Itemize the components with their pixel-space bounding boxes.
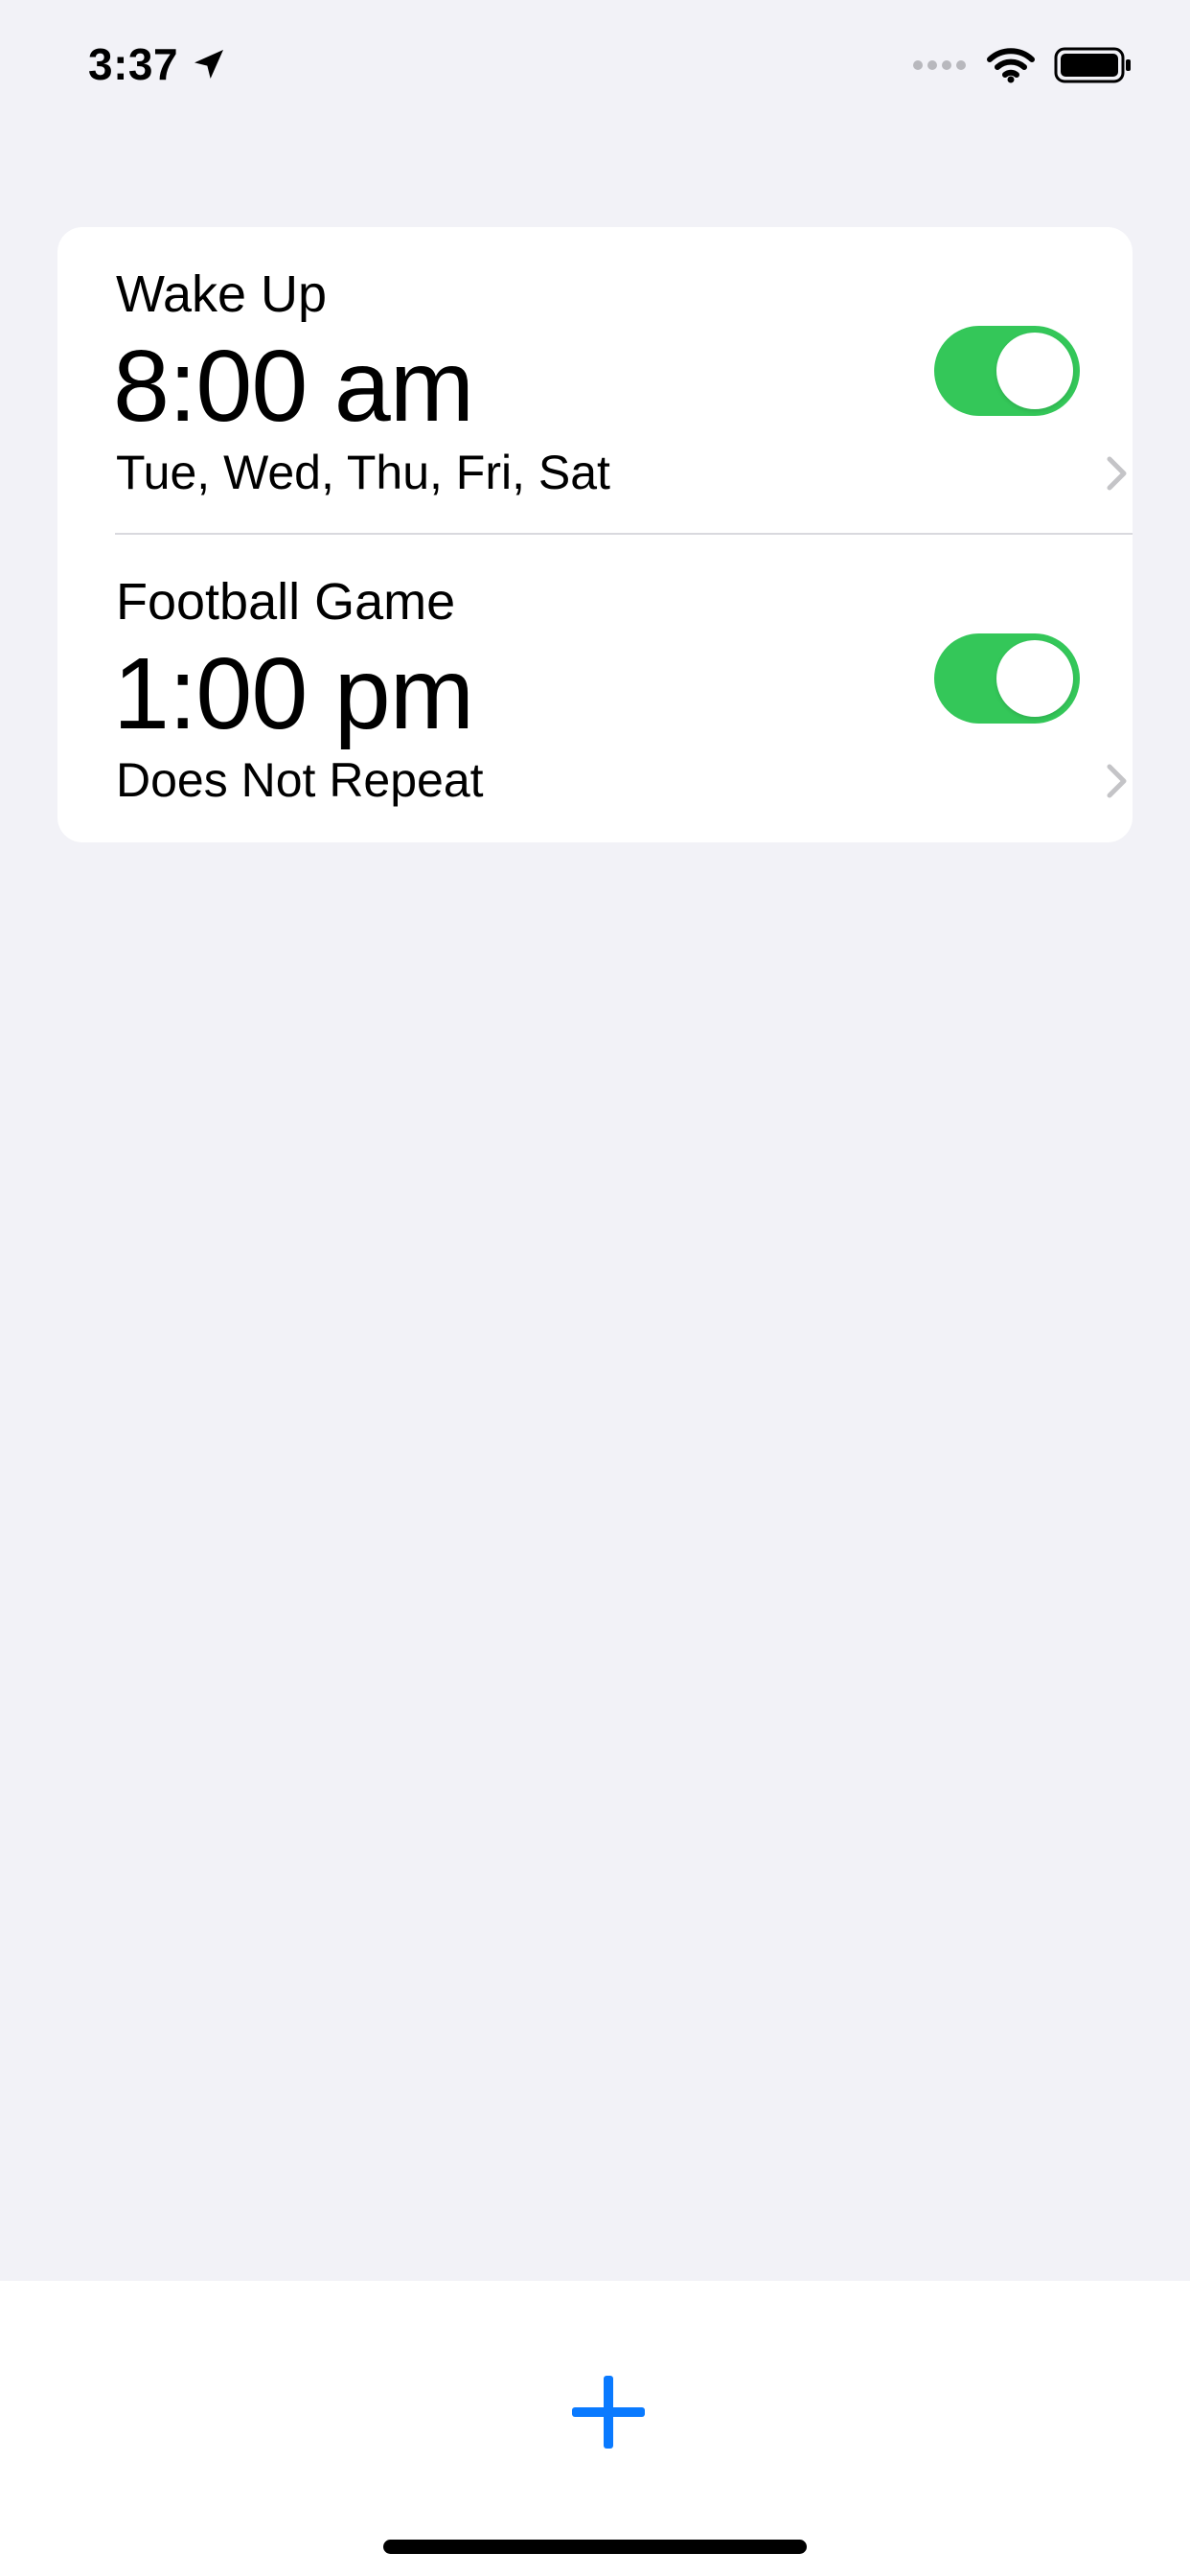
alarm-row[interactable]: Wake Up 8:00 am Tue, Wed, Thu, Fri, Sat [57, 227, 1133, 534]
alarm-row[interactable]: Football Game 1:00 pm Does Not Repeat [57, 535, 1133, 841]
status-time-group: 3:37 [88, 34, 228, 94]
alarm-label: Football Game [116, 573, 456, 631]
alarm-time: 1:00 pm [113, 637, 474, 750]
battery-icon [1054, 47, 1131, 83]
toggle-knob [996, 640, 1073, 717]
alarm-list: Wake Up 8:00 am Tue, Wed, Thu, Fri, Sat … [57, 227, 1133, 842]
signal-dots-icon [913, 60, 966, 70]
location-arrow-icon [195, 50, 224, 79]
alarm-time: 8:00 am [113, 330, 474, 443]
alarm-repeat-days: Tue, Wed, Thu, Fri, Sat [116, 446, 610, 499]
chevron-right-icon [1107, 764, 1127, 798]
alarm-label: Wake Up [116, 265, 328, 323]
plus-icon [572, 2376, 645, 2449]
status-time: 3:37 [88, 39, 179, 89]
status-bar: 3:37 [0, 0, 1190, 129]
home-indicator[interactable] [383, 2540, 807, 2554]
alarm-toggle[interactable] [934, 326, 1080, 416]
alarm-repeat-days: Does Not Repeat [116, 753, 484, 807]
toggle-knob [996, 333, 1073, 409]
bottom-toolbar [0, 2281, 1190, 2576]
status-indicators [912, 38, 1133, 92]
wifi-icon [987, 48, 1035, 83]
chevron-right-icon [1107, 456, 1127, 491]
alarm-toggle[interactable] [934, 633, 1080, 724]
add-alarm-button[interactable] [556, 2359, 661, 2465]
